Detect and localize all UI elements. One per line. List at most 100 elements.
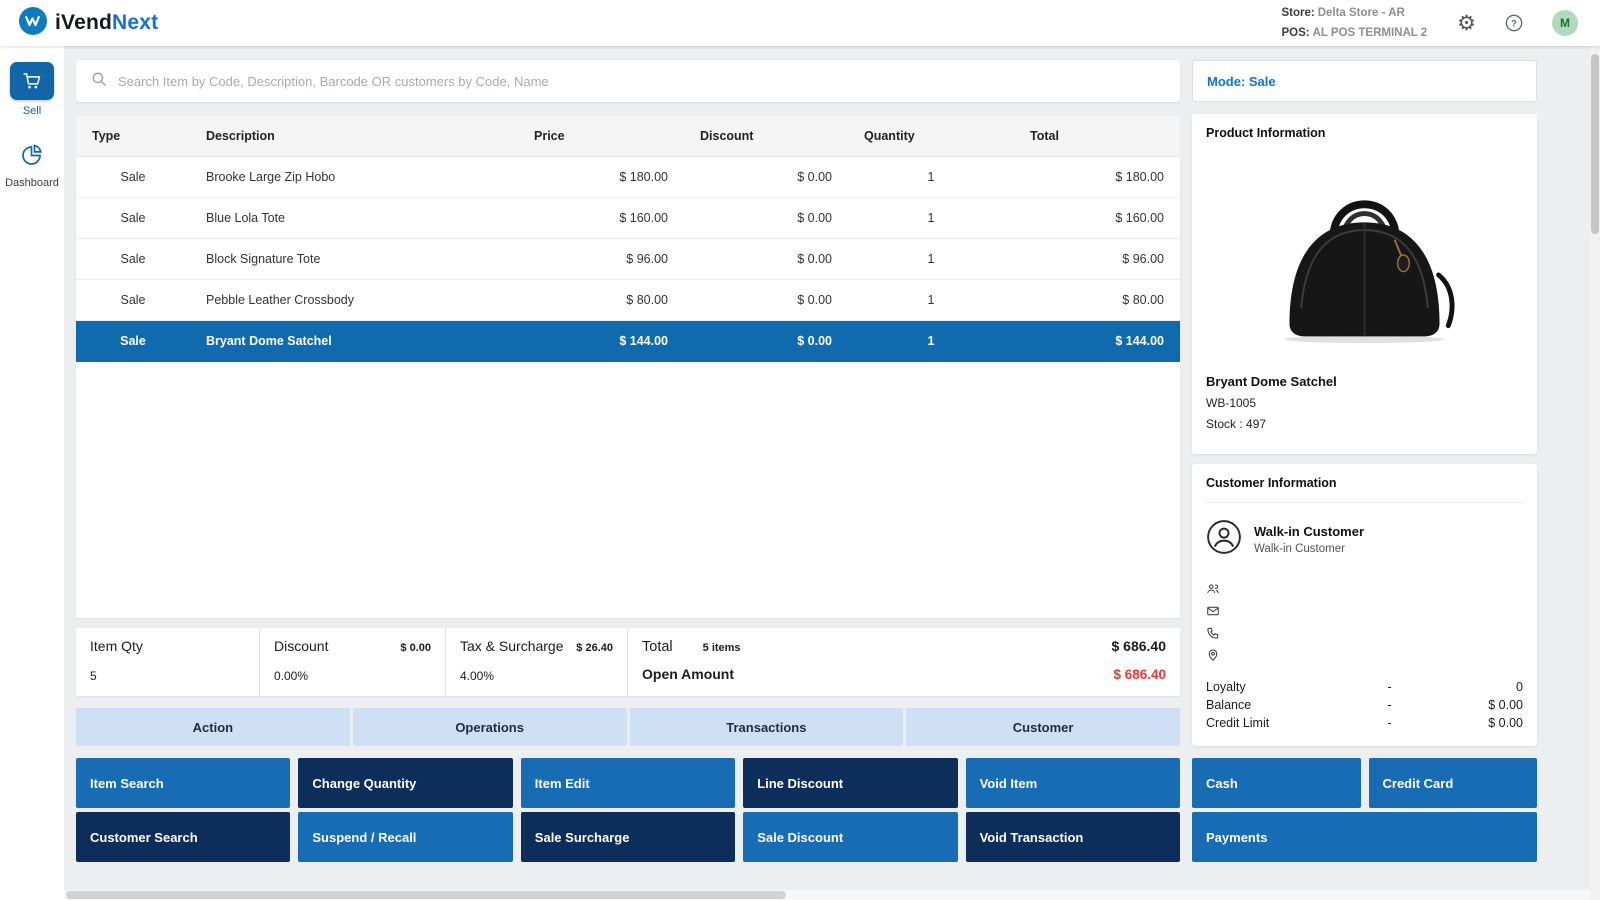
stat-label: Credit Limit <box>1206 716 1346 730</box>
stat-separator: - <box>1346 698 1433 712</box>
header-total: Total <box>1014 116 1180 156</box>
action-button[interactable]: Sale Surcharge <box>521 812 735 862</box>
product-stock: Stock : 497 <box>1206 417 1523 431</box>
sidebar-item-dashboard[interactable]: Dashboard <box>5 143 59 189</box>
row-description: Bryant Dome Satchel <box>190 321 518 361</box>
pos-line: POS:AL POS TERMINAL 2 <box>1281 23 1427 43</box>
table-row[interactable]: Sale Bryant Dome Satchel $ 144.00 $ 0.00… <box>76 321 1180 362</box>
table-body: Sale Brooke Large Zip Hobo $ 180.00 $ 0.… <box>76 157 1180 362</box>
sidebar-dashboard-label: Dashboard <box>5 177 59 189</box>
row-type: Sale <box>76 239 190 279</box>
brand-logo: iVendNext <box>18 6 158 41</box>
total-section: Total 5 items $ 686.40 Open Amount $ 686… <box>628 628 1180 696</box>
row-discount: $ 0.00 <box>684 280 848 320</box>
total-items-count: 5 items <box>703 642 741 654</box>
action-button[interactable]: Sale Discount <box>743 812 957 862</box>
row-type: Sale <box>76 157 190 197</box>
action-button[interactable]: Void Transaction <box>966 812 1180 862</box>
tax-amount: $ 26.40 <box>576 642 613 654</box>
action-button[interactable]: Customer Search <box>76 812 290 862</box>
horizontal-scrollbar-thumb[interactable] <box>66 891 786 899</box>
stat-label: Balance <box>1206 698 1346 712</box>
row-description: Blue Lola Tote <box>190 198 518 238</box>
user-avatar[interactable]: M <box>1552 10 1578 36</box>
stat-value: $ 0.00 <box>1433 716 1523 730</box>
pos-value: AL POS TERMINAL 2 <box>1313 27 1428 39</box>
header-quantity: Quantity <box>848 116 1014 156</box>
row-price: $ 96.00 <box>518 239 684 279</box>
table-row[interactable]: Sale Block Signature Tote $ 96.00 $ 0.00… <box>76 239 1180 280</box>
product-code: WB-1005 <box>1206 396 1523 410</box>
horizontal-scrollbar[interactable] <box>64 890 1590 900</box>
app-header: iVendNext Store:Delta Store - AR POS:AL … <box>0 0 1600 46</box>
totals-summary-bar: Item Qty 5 Discount $ 0.00 0.00% Tax & S… <box>76 628 1180 696</box>
action-tabs: Action Operations Transactions Customer <box>76 708 1180 746</box>
action-button[interactable]: Line Discount <box>743 758 957 808</box>
settings-gear-icon[interactable]: ⚙ <box>1457 13 1476 34</box>
row-quantity: 1 <box>848 157 1014 197</box>
total-value: $ 686.40 <box>1112 638 1167 654</box>
cash-button[interactable]: Cash <box>1192 758 1361 808</box>
table-header-row: Type Description Price Discount Quantity… <box>76 116 1180 157</box>
search-input[interactable] <box>118 74 1166 89</box>
tax-percent: 4.00% <box>460 669 613 683</box>
open-amount-label: Open Amount <box>642 666 734 682</box>
action-button[interactable]: Suspend / Recall <box>298 812 512 862</box>
action-button[interactable]: Item Search <box>76 758 290 808</box>
brand-accent: Next <box>112 11 158 34</box>
vertical-scrollbar-thumb[interactable] <box>1591 54 1599 234</box>
row-description: Block Signature Tote <box>190 239 518 279</box>
action-button[interactable]: Item Edit <box>521 758 735 808</box>
search-bar <box>76 60 1180 102</box>
tax-surcharge-section: Tax & Surcharge $ 26.40 4.00% <box>446 628 628 696</box>
payments-button[interactable]: Payments <box>1192 812 1537 862</box>
customer-info-title: Customer Information <box>1206 476 1523 503</box>
group-icon <box>1206 582 1523 596</box>
customer-profile: Walk-in Customer Walk-in Customer <box>1206 519 1523 560</box>
store-value: Delta Store - AR <box>1318 7 1405 19</box>
product-information-card: Product Information Bryant Dome Satchel … <box>1192 114 1537 454</box>
row-description: Brooke Large Zip Hobo <box>190 157 518 197</box>
tab[interactable]: Action <box>76 708 350 746</box>
row-quantity: 1 <box>848 239 1014 279</box>
tab[interactable]: Operations <box>353 708 627 746</box>
customer-avatar-icon <box>1206 519 1242 560</box>
stat-separator: - <box>1346 716 1433 730</box>
row-discount: $ 0.00 <box>684 198 848 238</box>
sidebar: Sell Dashboard <box>0 46 64 900</box>
stat-value: $ 0.00 <box>1433 698 1523 712</box>
discount-percent: 0.00% <box>274 669 431 683</box>
payment-button-row: Cash Credit Card <box>1192 758 1537 808</box>
sidebar-item-sell[interactable]: Sell <box>10 62 54 117</box>
row-type: Sale <box>76 198 190 238</box>
row-discount: $ 0.00 <box>684 321 848 361</box>
total-label: Total <box>642 639 673 655</box>
customer-stats: Loyalty - 0 Balance - $ 0.00 Credit Limi… <box>1206 680 1523 734</box>
help-icon[interactable]: ? <box>1504 13 1524 33</box>
table-row[interactable]: Sale Pebble Leather Crossbody $ 80.00 $ … <box>76 280 1180 321</box>
item-qty-section: Item Qty 5 <box>76 628 260 696</box>
header-description: Description <box>190 116 518 156</box>
credit-card-button[interactable]: Credit Card <box>1369 758 1538 808</box>
store-line: Store:Delta Store - AR <box>1281 3 1427 23</box>
stat-separator: - <box>1346 680 1433 694</box>
customer-stat-row: Balance - $ 0.00 <box>1206 698 1523 716</box>
stat-label: Loyalty <box>1206 680 1346 694</box>
table-row[interactable]: Sale Brooke Large Zip Hobo $ 180.00 $ 0.… <box>76 157 1180 198</box>
tab[interactable]: Transactions <box>630 708 904 746</box>
item-qty-value: 5 <box>90 669 245 683</box>
vertical-scrollbar[interactable] <box>1590 46 1600 900</box>
row-quantity: 1 <box>848 198 1014 238</box>
item-qty-label: Item Qty <box>90 638 143 654</box>
action-button[interactable]: Change Quantity <box>298 758 512 808</box>
row-price: $ 180.00 <box>518 157 684 197</box>
cart-icon <box>10 62 54 100</box>
action-button[interactable]: Void Item <box>966 758 1180 808</box>
row-price: $ 144.00 <box>518 321 684 361</box>
table-row[interactable]: Sale Blue Lola Tote $ 160.00 $ 0.00 1 $ … <box>76 198 1180 239</box>
discount-section: Discount $ 0.00 0.00% <box>260 628 446 696</box>
row-price: $ 160.00 <box>518 198 684 238</box>
location-pin-icon <box>1206 648 1523 662</box>
row-total: $ 144.00 <box>1014 321 1180 361</box>
tab[interactable]: Customer <box>906 708 1180 746</box>
